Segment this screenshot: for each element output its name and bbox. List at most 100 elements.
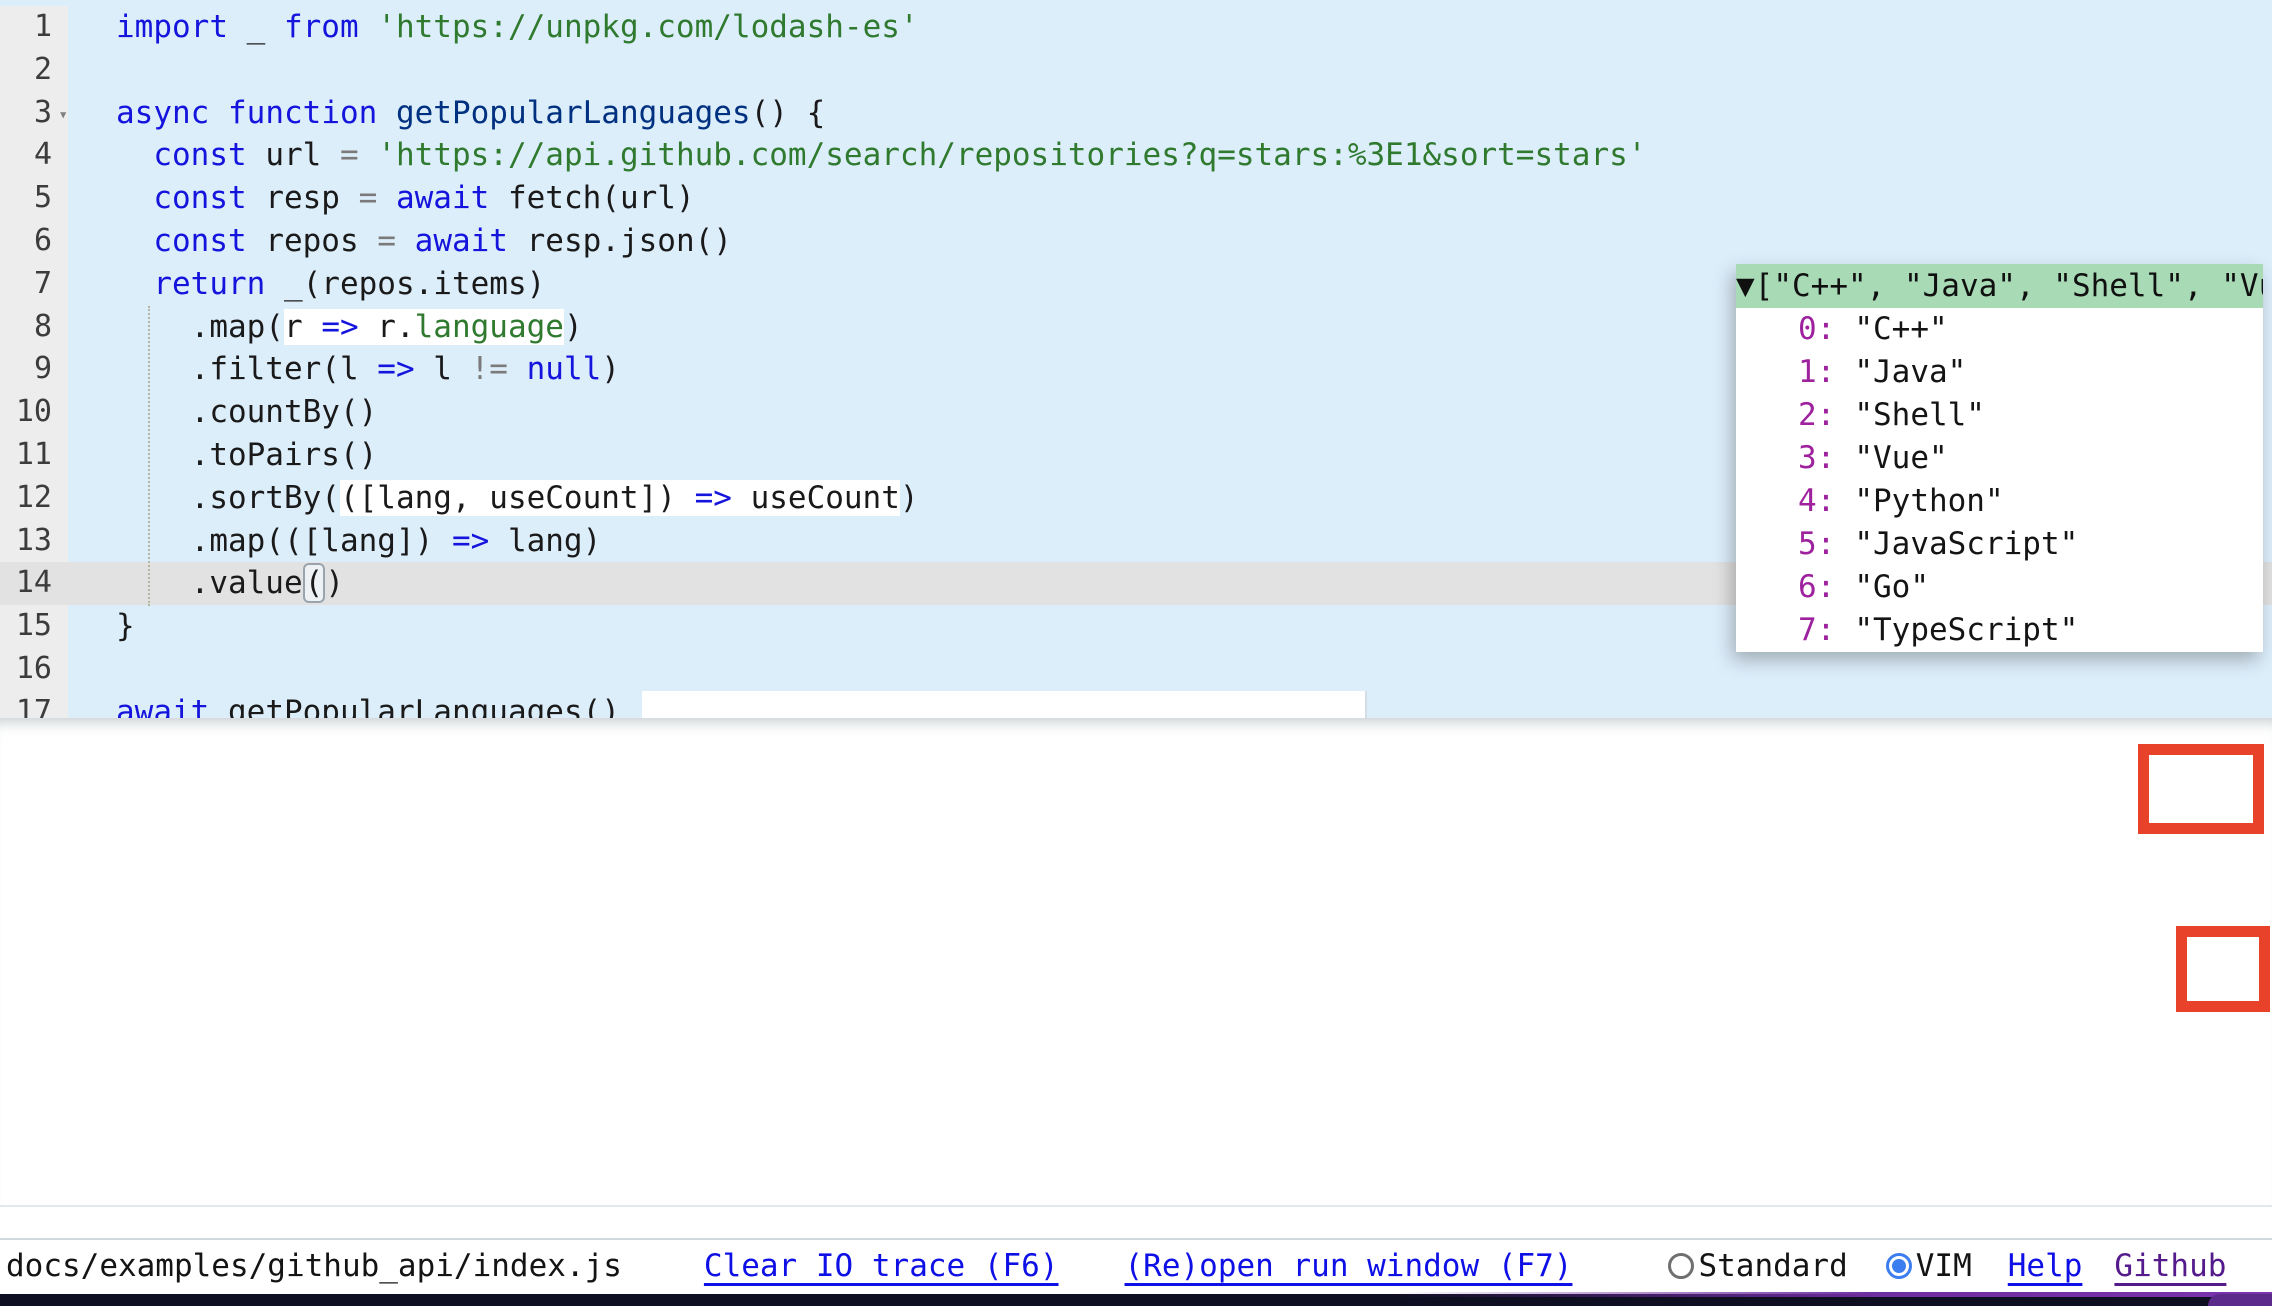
- code-token: resp.json(): [508, 223, 732, 259]
- code-token: _: [228, 9, 284, 45]
- line-number: 3▾: [0, 92, 68, 135]
- value-explorer-body: 0:"C++"1:"Java"2:"Shell"3: "Vue" 4: "Python…: [1736, 308, 2263, 652]
- value-entry-index: 2:: [1736, 397, 1835, 433]
- value-entry-index: 7:: [1736, 612, 1835, 648]
- code-token: ): [601, 351, 620, 387]
- help-link[interactable]: Help: [2008, 1248, 2083, 1284]
- code-token: useCount: [751, 480, 900, 516]
- code-editor[interactable]: 1import _ from 'https://unpkg.com/lodash…: [0, 0, 2272, 718]
- mode-option-standard[interactable]: Standard: [1668, 1248, 1847, 1284]
- code-line[interactable]: 2: [0, 49, 2272, 92]
- value-entry[interactable]: 7: "TypeScript": [1736, 609, 2263, 652]
- code-token: [508, 351, 527, 387]
- standard-mode-radio[interactable]: [1668, 1253, 1694, 1279]
- value-entry[interactable]: 2:"Shell": [1736, 394, 2263, 437]
- background-window-corner: [2208, 1294, 2272, 1306]
- bottom-panels: Call tree (F2)Logs (F3)IO trace (F4) ▼ge…: [0, 718, 2272, 1207]
- code-token: ([lang, useCount]): [340, 480, 695, 516]
- code-token: return: [153, 266, 265, 302]
- code-line[interactable]: 6 const repos = await resp.json(): [0, 220, 2272, 263]
- code-token: async: [116, 95, 209, 131]
- code-line[interactable]: 3▾async function getPopularLanguages() {: [0, 92, 2272, 135]
- code-token: fetch(url): [489, 180, 694, 216]
- code-line[interactable]: 4 const url = 'https://api.github.com/se…: [0, 134, 2272, 177]
- mode-option-vim[interactable]: VIM: [1886, 1248, 1972, 1284]
- line-number: 8: [0, 306, 68, 349]
- current-file-path: docs/examples/github_api/index.js: [6, 1248, 622, 1284]
- code-token: () {: [751, 95, 826, 131]
- reopen-run-window-link[interactable]: (Re)open run window (F7): [1125, 1248, 1573, 1284]
- code-token: [396, 223, 415, 259]
- code-token: [359, 137, 378, 173]
- line-number: 10: [0, 391, 68, 434]
- line-number: 11: [0, 434, 68, 477]
- line-number: 4: [0, 134, 68, 177]
- line-number: 17: [0, 691, 68, 718]
- value-entry[interactable]: 3: "Vue": [1736, 437, 2263, 480]
- code-token: .countBy(): [116, 394, 377, 430]
- code-token: [359, 9, 378, 45]
- standard-mode-label: Standard: [1698, 1248, 1847, 1284]
- code-token: =>: [377, 351, 414, 387]
- code-line[interactable]: 5 const resp = await fetch(url): [0, 177, 2272, 220]
- code-token: await: [396, 180, 489, 216]
- value-entry[interactable]: 4: "Python": [1736, 480, 2263, 523]
- value-entry-index: 6:: [1736, 569, 1835, 605]
- fold-marker-icon[interactable]: ▾: [58, 93, 68, 136]
- value-entry-index: 0:: [1736, 311, 1835, 347]
- code-line-text: import _ from 'https://unpkg.com/lodash-…: [68, 6, 2272, 49]
- code-line-text: const resp = await fetch(url): [68, 177, 2272, 220]
- value-entry[interactable]: 6: "Go": [1736, 566, 2263, 609]
- value-entry-index: 4:: [1736, 483, 1835, 519]
- code-token: =: [359, 180, 378, 216]
- code-token: null: [527, 351, 602, 387]
- code-token: [377, 95, 396, 131]
- code-line-text: await getPopularLanguages(): [68, 691, 2272, 718]
- value-entry-value: "Python": [1854, 483, 2003, 519]
- value-explorer-header[interactable]: ▼["C++", "Java", "Shell", "Vue", "Python…: [1736, 264, 2263, 308]
- code-token: .value: [116, 565, 303, 601]
- code-token: _(repos.items): [265, 266, 545, 302]
- code-line[interactable]: 1import _ from 'https://unpkg.com/lodash…: [0, 6, 2272, 49]
- value-entry[interactable]: 5:"JavaScript": [1736, 523, 2263, 566]
- code-token: .map(([lang]): [116, 523, 452, 559]
- code-line-text: const repos = await resp.json(): [68, 220, 2272, 263]
- code-line[interactable]: 17await getPopularLanguages(): [0, 691, 2272, 718]
- value-overlay-edge: [642, 691, 1367, 718]
- line-number: 16: [0, 648, 68, 691]
- value-entry[interactable]: 1:"Java": [1736, 351, 2263, 394]
- code-token: =>: [695, 480, 732, 516]
- clear-io-trace-link[interactable]: Clear IO trace (F6): [704, 1248, 1059, 1284]
- code-token: lang): [489, 523, 601, 559]
- code-token: const: [153, 180, 246, 216]
- code-token: const: [153, 223, 246, 259]
- code-line[interactable]: 16: [0, 648, 2272, 691]
- value-entry-value: "Go": [1854, 569, 1929, 605]
- code-line-text: async function getPopularLanguages() {: [68, 92, 2272, 135]
- status-bar: docs/examples/github_api/index.js Clear …: [0, 1238, 2272, 1292]
- code-token: 'https://api.github.com/search/repositor…: [377, 137, 1646, 173]
- code-token: [116, 180, 153, 216]
- code-token: [116, 137, 153, 173]
- value-explorer: ▼["C++", "Java", "Shell", "Vue", "Python…: [1736, 264, 2263, 652]
- line-number: 12: [0, 477, 68, 520]
- code-token: [116, 223, 153, 259]
- code-token: await: [116, 694, 209, 718]
- value-entry-index: 5:: [1736, 526, 1835, 562]
- code-token: ): [564, 309, 583, 345]
- value-entry-index: 3:: [1736, 440, 1835, 476]
- code-token: ): [900, 480, 919, 516]
- line-number: 5: [0, 177, 68, 220]
- code-token: [209, 95, 228, 131]
- value-entry-value: "Java": [1854, 354, 1966, 390]
- github-link[interactable]: Github: [2114, 1248, 2226, 1284]
- code-token: 'https://unpkg.com/lodash-es': [377, 9, 918, 45]
- value-entry-value: "Vue": [1854, 440, 1947, 476]
- code-line-text: const url = 'https://api.github.com/sear…: [68, 134, 2272, 177]
- code-token: getPopularLanguages: [396, 95, 751, 131]
- vim-mode-radio[interactable]: [1886, 1253, 1912, 1279]
- code-token: !=: [471, 351, 508, 387]
- code-token: .toPairs(): [116, 437, 377, 473]
- value-entry[interactable]: 0:"C++": [1736, 308, 2263, 351]
- value-entry-value: "TypeScript": [1854, 612, 2078, 648]
